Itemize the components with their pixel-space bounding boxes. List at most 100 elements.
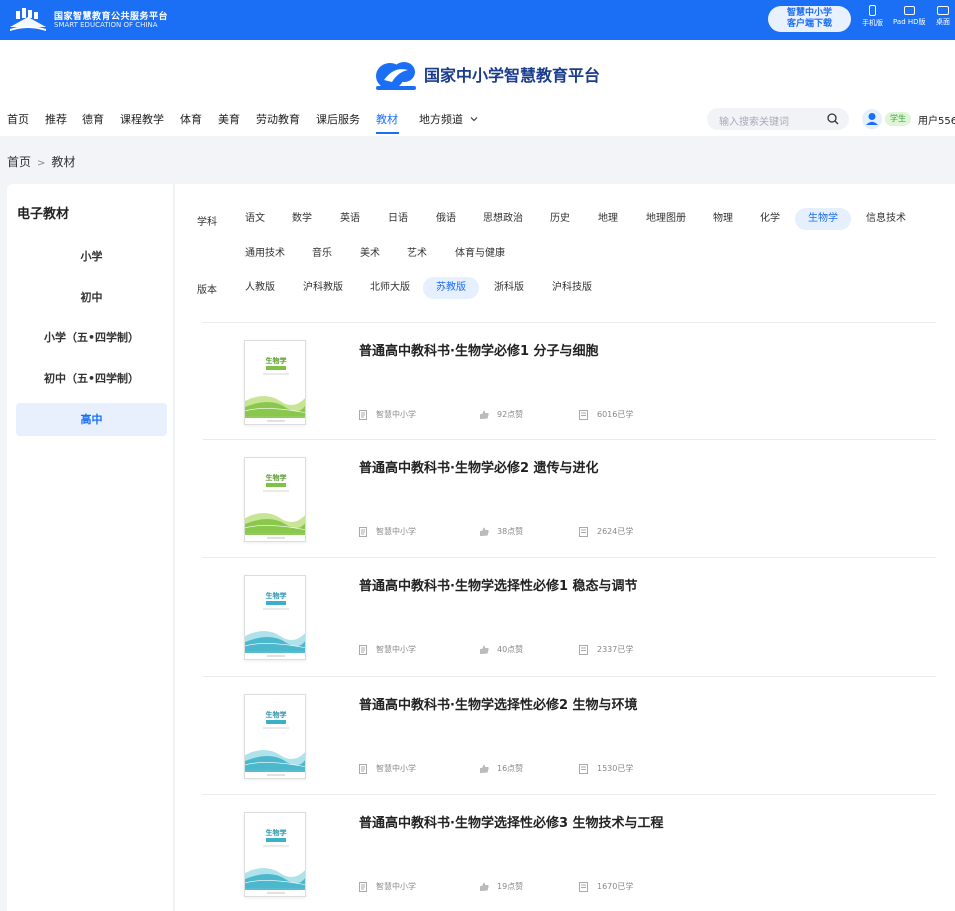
book-learners-label: 2624已学 xyxy=(597,527,634,536)
platform-logo-icon[interactable] xyxy=(8,5,48,33)
subject-chinese[interactable]: 语文 xyxy=(232,208,278,230)
username[interactable]: 用户556 xyxy=(918,112,955,127)
platform-subtitle: SMART EDUCATION OF CHINA xyxy=(54,21,158,29)
document-icon xyxy=(359,644,367,655)
book-cover[interactable]: · · · · · · 生物学 xyxy=(244,457,306,542)
pad-version-link[interactable]: Pad HD版 xyxy=(893,5,926,27)
desktop-version-label: 桌面 xyxy=(936,18,950,26)
study-record-icon xyxy=(579,881,588,892)
chevron-down-icon xyxy=(470,117,477,122)
book-likes[interactable]: 38点赞 xyxy=(479,526,523,537)
user-avatar-icon[interactable] xyxy=(862,109,882,129)
subject-fine-arts[interactable]: 美术 xyxy=(347,243,393,265)
sidebar-item-primary[interactable]: 小学 xyxy=(16,240,167,273)
subject-biology[interactable]: 生物学 xyxy=(795,208,851,230)
sidebar-item-junior[interactable]: 初中 xyxy=(16,281,167,314)
nav-sports[interactable]: 体育 xyxy=(180,111,202,127)
pad-version-label: Pad HD版 xyxy=(893,18,926,26)
subject-english[interactable]: 英语 xyxy=(327,208,373,230)
book-row[interactable]: · · · · · · 生物学 普通高中教科书·生物学必修1 分子与细胞 智慧中… xyxy=(203,322,936,440)
subject-japanese[interactable]: 日语 xyxy=(375,208,421,230)
top-bar: 国家智慧教育公共服务平台 SMART EDUCATION OF CHINA 智慧… xyxy=(0,0,955,40)
breadcrumb-current: 教材 xyxy=(51,155,76,169)
nav-moral-education[interactable]: 德育 xyxy=(82,111,104,127)
book-title[interactable]: 普通高中教科书·生物学选择性必修1 稳态与调节 xyxy=(359,575,638,594)
subject-physics[interactable]: 物理 xyxy=(700,208,746,230)
edition-beishida[interactable]: 北师大版 xyxy=(357,277,423,299)
book-likes[interactable]: 19点赞 xyxy=(479,881,523,892)
book-row[interactable]: · · · · · · 生物学 普通高中教科书·生物学选择性必修3 生物技术与工… xyxy=(203,794,936,911)
sidebar-item-junior-54[interactable]: 初中（五•四学制） xyxy=(16,362,167,395)
book-row[interactable]: · · · · · · 生物学 普通高中教科书·生物学必修2 遗传与进化 智慧中… xyxy=(203,439,936,557)
nav-after-school[interactable]: 课后服务 xyxy=(316,111,360,127)
book-likes[interactable]: 92点赞 xyxy=(479,409,523,420)
subject-information-tech[interactable]: 信息技术 xyxy=(853,208,919,230)
sidebar-item-primary-54[interactable]: 小学（五•四学制） xyxy=(16,321,167,354)
book-title[interactable]: 普通高中教科书·生物学选择性必修2 生物与环境 xyxy=(359,694,638,713)
book-learners-label: 2337已学 xyxy=(597,645,634,654)
textbook-panel: 学科 语文 数学 英语 日语 俄语 思想政治 历史 地理 地理图册 物理 化学 … xyxy=(175,184,955,911)
book-source: 智慧中小学 xyxy=(359,644,416,655)
book-source-label: 智慧中小学 xyxy=(376,764,416,773)
book-cover[interactable]: · · · · · · 生物学 xyxy=(244,575,306,660)
search-icon[interactable] xyxy=(827,113,839,125)
search-box[interactable]: 输入搜索关键词 xyxy=(707,108,849,130)
mobile-version-link[interactable]: 手机版 xyxy=(862,5,883,28)
subject-general-tech[interactable]: 通用技术 xyxy=(232,243,298,265)
nav-course-teaching[interactable]: 课程教学 xyxy=(120,111,164,127)
subject-history[interactable]: 历史 xyxy=(537,208,583,230)
nav-home[interactable]: 首页 xyxy=(7,111,29,127)
book-source-label: 智慧中小学 xyxy=(376,410,416,419)
book-title[interactable]: 普通高中教科书·生物学必修2 遗传与进化 xyxy=(359,457,599,476)
subject-politics[interactable]: 思想政治 xyxy=(470,208,536,230)
client-download-button[interactable]: 智慧中小学 客户端下载 xyxy=(768,6,851,32)
subject-chemistry[interactable]: 化学 xyxy=(747,208,793,230)
book-cover[interactable]: · · · · · · 生物学 xyxy=(244,694,306,779)
subject-pe-health[interactable]: 体育与健康 xyxy=(442,243,518,265)
book-likes-label: 40点赞 xyxy=(497,645,524,654)
svg-text:· · · · · ·: · · · · · · xyxy=(271,818,282,822)
download-line-2: 客户端下载 xyxy=(786,19,832,29)
book-cover[interactable]: · · · · · · 生物学 xyxy=(244,340,306,425)
edition-zheke[interactable]: 浙科版 xyxy=(481,277,537,299)
sidebar: 电子教材 小学 初中 小学（五•四学制） 初中（五•四学制） 高中 xyxy=(7,184,174,911)
nav-labor-education[interactable]: 劳动教育 xyxy=(256,111,300,127)
book-title[interactable]: 普通高中教科书·生物学选择性必修3 生物技术与工程 xyxy=(359,812,664,831)
thumbs-up-icon xyxy=(480,764,489,773)
brand-logo[interactable]: 国家中小学智慧教育平台 xyxy=(374,56,600,92)
nav-local-channel-label: 地方频道 xyxy=(419,113,463,126)
mobile-version-label: 手机版 xyxy=(862,19,883,27)
nav-local-channel[interactable]: 地方频道 xyxy=(419,111,478,127)
thumbs-up-icon xyxy=(480,645,489,654)
nav-textbooks[interactable]: 教材 xyxy=(376,111,398,127)
book-title[interactable]: 普通高中教科书·生物学必修1 分子与细胞 xyxy=(359,340,599,359)
subject-geography-atlas[interactable]: 地理图册 xyxy=(633,208,699,230)
subject-geography[interactable]: 地理 xyxy=(585,208,631,230)
book-source: 智慧中小学 xyxy=(359,526,416,537)
brand-name: 国家中小学智慧教育平台 xyxy=(424,66,601,85)
nav-recommend[interactable]: 推荐 xyxy=(45,111,67,127)
book-row[interactable]: · · · · · · 生物学 普通高中教科书·生物学选择性必修2 生物与环境 … xyxy=(203,676,936,794)
nav-aesthetic-education[interactable]: 美育 xyxy=(218,111,240,127)
book-row[interactable]: · · · · · · 生物学 普通高中教科书·生物学选择性必修1 稳态与调节 … xyxy=(203,557,936,675)
sidebar-title: 电子教材 xyxy=(17,207,70,222)
edition-hukejiao[interactable]: 沪科教版 xyxy=(290,277,356,299)
edition-renjiao[interactable]: 人教版 xyxy=(232,277,288,299)
book-cover[interactable]: · · · · · · 生物学 xyxy=(244,812,306,897)
subject-arts[interactable]: 艺术 xyxy=(394,243,440,265)
subject-russian[interactable]: 俄语 xyxy=(423,208,469,230)
document-icon xyxy=(359,881,367,892)
svg-text:· · · · · ·: · · · · · · xyxy=(271,700,282,704)
book-likes-label: 16点赞 xyxy=(497,764,524,773)
sidebar-item-senior[interactable]: 高中 xyxy=(16,403,167,436)
book-likes[interactable]: 16点赞 xyxy=(479,763,523,774)
subject-music[interactable]: 音乐 xyxy=(299,243,345,265)
desktop-version-link[interactable]: 桌面 xyxy=(936,5,950,27)
edition-hukeji[interactable]: 沪科技版 xyxy=(539,277,605,299)
subject-math[interactable]: 数学 xyxy=(279,208,325,230)
breadcrumb-home[interactable]: 首页 xyxy=(7,155,31,169)
thumbs-up-icon xyxy=(480,410,489,419)
book-likes[interactable]: 40点赞 xyxy=(479,644,523,655)
edition-sujiao[interactable]: 苏教版 xyxy=(423,277,479,299)
svg-text:生物学: 生物学 xyxy=(266,356,287,365)
